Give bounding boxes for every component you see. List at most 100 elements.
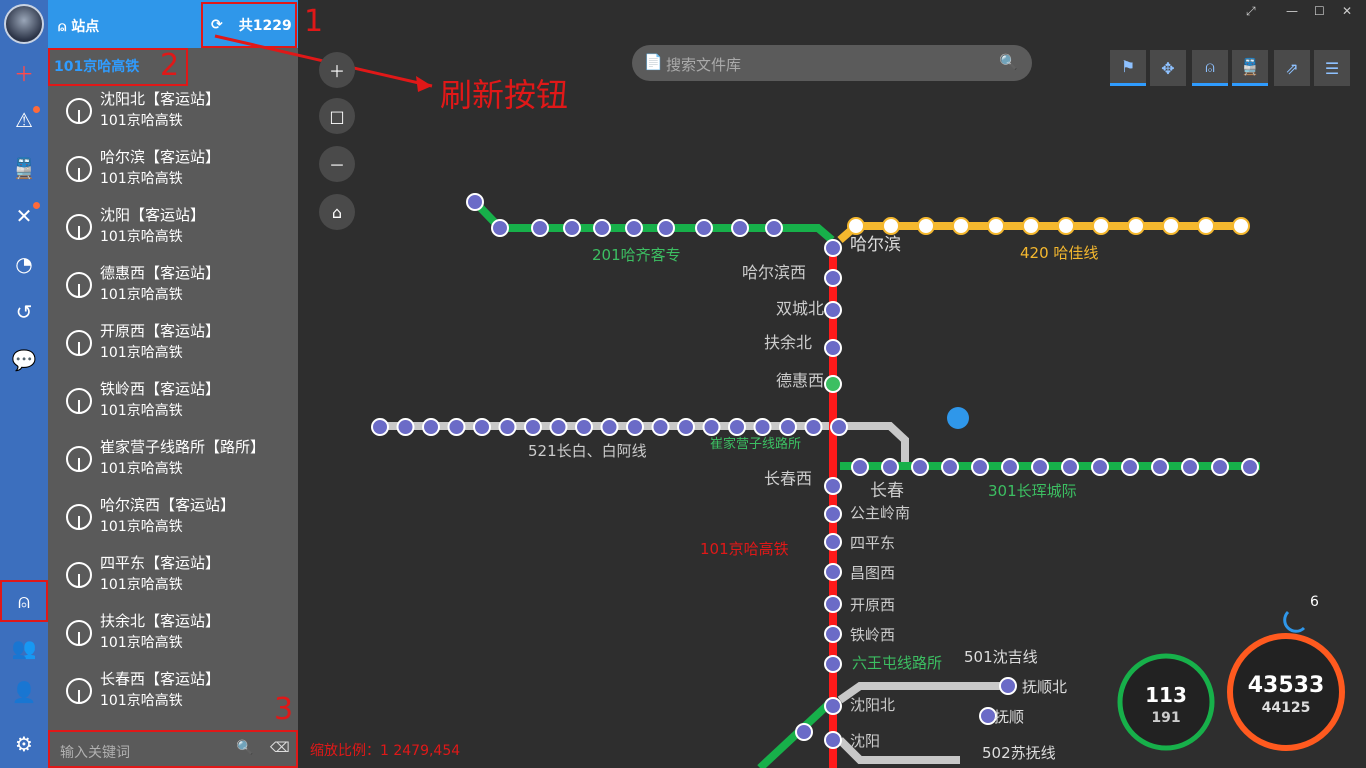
map-station-node[interactable] [600,418,619,436]
map-station-node[interactable] [563,219,581,237]
map-station-node[interactable] [824,533,842,551]
map-station-node[interactable] [824,655,842,673]
map-station-node[interactable] [1162,217,1180,235]
map-station-node[interactable] [851,458,869,476]
map-station-label: 德惠西 [776,371,824,390]
map-station-node[interactable] [677,418,695,436]
map-station-node[interactable] [1061,458,1079,476]
map-station-node[interactable] [731,219,749,237]
label-line-502: 502苏抚线 [982,744,1056,762]
map-station-node[interactable] [1197,217,1215,235]
map-station-node[interactable] [651,418,670,436]
map-station-node[interactable] [824,595,842,613]
map-station-node[interactable] [952,217,970,235]
gauge-left-sub: 191 [1151,710,1180,726]
maximize-icon[interactable]: ☐ [1314,4,1325,18]
map-station-node[interactable] [971,458,989,476]
map-station-node[interactable] [702,418,721,436]
label-line-101: 101京哈高铁 [700,540,789,558]
map-station-node[interactable] [371,418,389,436]
map-station-node[interactable] [881,458,899,476]
map-station-node[interactable] [466,193,484,211]
map-station-label: 哈尔滨西 [742,263,806,282]
map-station-node[interactable] [824,239,842,257]
map-station-node[interactable] [824,697,842,715]
map-station-node[interactable] [779,418,797,436]
map-station-node[interactable] [824,375,842,393]
map-station-node[interactable] [491,219,509,237]
map-station-node[interactable] [753,418,772,436]
fullscreen-icon[interactable]: ⤢ [1246,4,1256,19]
map-station-node[interactable] [1211,458,1229,476]
map-station-node[interactable] [1001,458,1019,476]
map-station-node[interactable] [498,418,517,436]
map-station-node[interactable] [1232,217,1250,235]
map-station-node[interactable] [549,418,568,436]
map-station-node[interactable] [824,505,842,523]
station-toggle-icon[interactable]: ⍝ [1192,50,1228,86]
map-station-label: 铁岭西 [850,626,895,644]
map-station-node[interactable] [847,217,865,235]
zoom-in-button[interactable]: ＋ [319,52,355,88]
map-station-node[interactable] [824,339,842,357]
fit-button[interactable]: □ [319,98,355,134]
map-station-node[interactable] [1121,458,1139,476]
map-station-node[interactable] [447,418,466,436]
label-line-301: 301长珲城际 [988,482,1077,500]
map-station-node[interactable] [1057,217,1075,235]
map-station-label: 长春西 [764,469,812,488]
map-station-node[interactable] [1092,217,1110,235]
map-station-node[interactable] [830,418,848,436]
map-station-node[interactable] [804,418,823,436]
map-station-node[interactable] [824,563,842,581]
map-station-node[interactable] [422,418,440,436]
map-station-node[interactable] [1022,217,1040,235]
map-station-node[interactable] [1031,458,1049,476]
map-station-node[interactable] [1127,217,1145,235]
map-station-node[interactable] [1151,458,1169,476]
file-search-bar[interactable]: 📄 搜索文件库 🔍 [632,45,1032,81]
map-station-node[interactable] [999,677,1017,695]
map-station-label: 开原西 [850,596,895,614]
export-icon[interactable]: ⇗ [1274,50,1310,86]
map-station-node[interactable] [524,418,542,436]
sliders-icon[interactable]: ☰ [1314,50,1350,86]
search-icon[interactable]: 🔍 [999,53,1018,71]
map-station-node[interactable] [695,219,713,237]
metro-map[interactable]: 201哈齐客专 420 哈佳线 521长白、白阿线 301长珲城际 101京哈高… [0,0,1366,768]
map-station-node[interactable] [911,458,929,476]
map-station-node[interactable] [824,731,842,749]
map-station-node[interactable] [531,219,549,237]
map-station-node[interactable] [765,219,783,237]
map-station-node[interactable] [824,625,842,643]
close-icon[interactable]: ✕ [1342,4,1352,18]
map-station-node[interactable] [1241,458,1259,476]
map-station-node[interactable] [626,418,644,436]
move-icon[interactable]: ✥ [1150,50,1186,86]
map-station-node[interactable] [941,458,959,476]
map-station-node[interactable] [882,217,900,235]
map-station-node[interactable] [575,418,593,436]
map-station-node[interactable] [1091,458,1109,476]
zoom-out-button[interactable]: － [319,146,355,182]
station-nodes [371,193,1259,749]
train-toggle-icon[interactable]: 🚆 [1232,50,1268,86]
file-search-input[interactable]: 搜索文件库 [666,56,741,74]
map-station-node[interactable] [625,219,643,237]
map-station-node[interactable] [657,219,675,237]
map-station-node[interactable] [824,301,842,319]
minimize-icon[interactable]: — [1286,4,1298,18]
home-button[interactable]: ⌂ [319,194,355,230]
map-station-node[interactable] [1181,458,1199,476]
map-station-node[interactable] [987,217,1005,235]
map-station-node[interactable] [824,269,842,287]
map-station-node[interactable] [824,477,842,495]
gauge-right-main: 43533 [1248,673,1325,698]
map-station-node[interactable] [473,418,491,436]
map-station-node[interactable] [795,723,813,741]
map-station-node[interactable] [396,418,415,436]
flag-icon[interactable]: ⚑ [1110,50,1146,86]
map-station-node[interactable] [593,219,611,237]
map-station-node[interactable] [917,217,935,235]
map-station-node[interactable] [728,418,746,436]
